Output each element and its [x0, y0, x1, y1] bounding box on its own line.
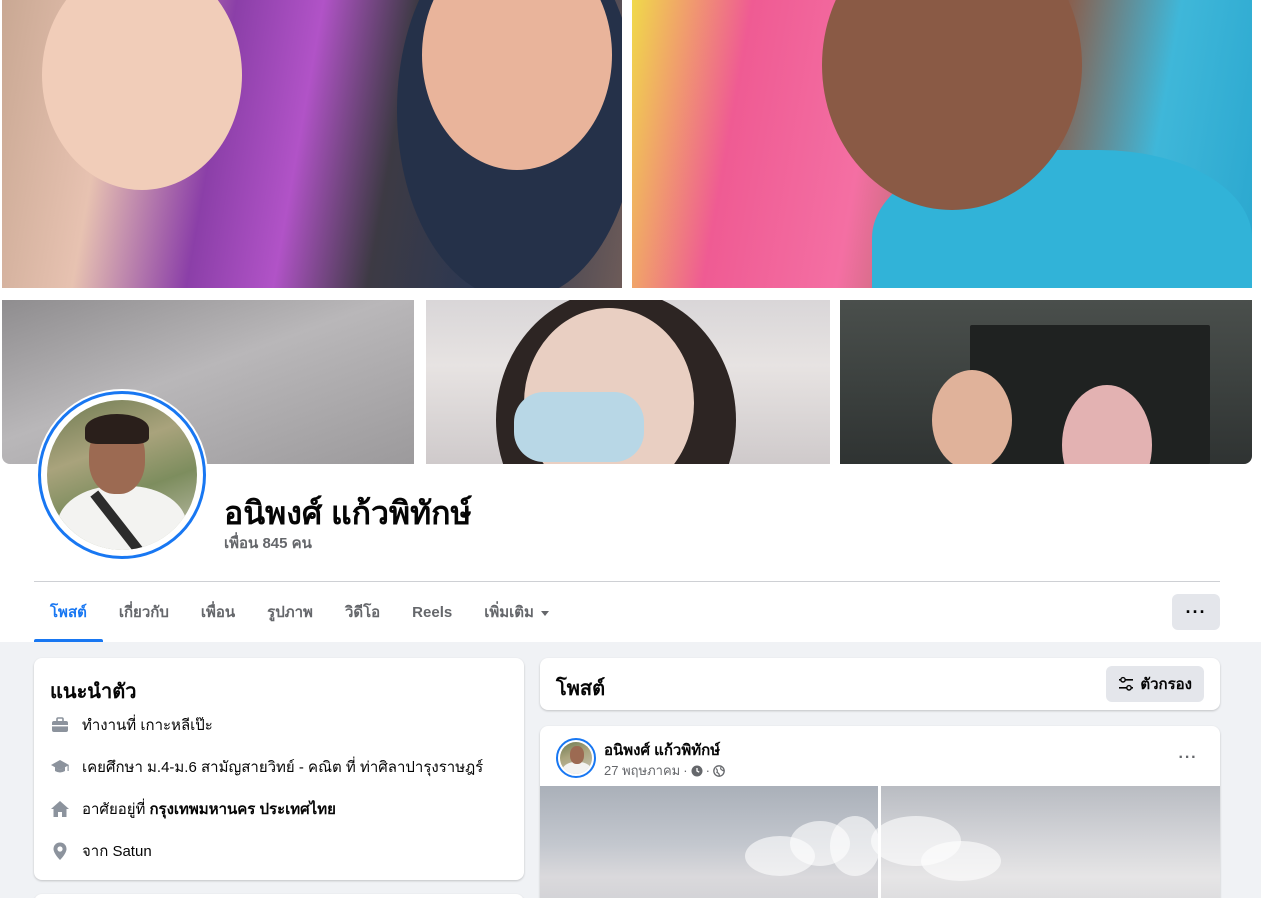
- filter-sliders-icon: [1119, 676, 1134, 691]
- profile-header: อนิพงศ์ แก้วพิทักษ์ เพื่อน 845 คน โพสต์ …: [0, 0, 1261, 642]
- post-author-avatar[interactable]: [556, 738, 596, 778]
- tab-videos[interactable]: วิดีโอ: [329, 582, 396, 642]
- cover-photo[interactable]: [2, 0, 1252, 464]
- profile-avatar[interactable]: [36, 389, 208, 561]
- tab-label: รูปภาพ: [267, 604, 313, 621]
- tab-reels[interactable]: Reels: [396, 582, 468, 642]
- post-author-name[interactable]: อนิพงศ์ แก้วพิทักษ์: [604, 738, 720, 762]
- profile-tabs: โพสต์ เกี่ยวกับ เพื่อน รูปภาพ วิดีโอ Ree…: [34, 582, 565, 642]
- friends-count[interactable]: เพื่อน 845 คน: [224, 531, 312, 555]
- profile-more-button[interactable]: ···: [1172, 594, 1220, 630]
- intro-work-text: ทำงานที่ เกาะหลีเป๊ะ: [82, 717, 213, 734]
- tab-posts[interactable]: โพสต์: [34, 582, 103, 642]
- post-date[interactable]: 27 พฤษภาคม: [604, 760, 680, 781]
- post-options-button[interactable]: ···: [1170, 740, 1206, 776]
- post-meta: 27 พฤษภาคม · ·: [604, 760, 725, 781]
- secondary-card: [34, 894, 524, 898]
- tab-more[interactable]: เพิ่มเติม: [468, 582, 565, 642]
- tab-label: เพื่อน: [200, 604, 236, 621]
- tab-label: Reels: [412, 603, 453, 621]
- intro-from: จาก Satun: [50, 839, 152, 863]
- filter-label: ตัวกรอง: [1140, 676, 1192, 693]
- post-photo[interactable]: [540, 786, 880, 898]
- caret-down-icon: [540, 610, 549, 616]
- tab-label: เพิ่มเติม: [484, 604, 534, 621]
- avatar: [47, 400, 197, 550]
- tab-friends[interactable]: เพื่อน: [185, 582, 251, 642]
- cover-collage-tile: [2, 0, 622, 288]
- filter-button[interactable]: ตัวกรอง: [1106, 666, 1204, 702]
- intro-education: เคยศึกษา ม.4-ม.6 สามัญสายวิทย์ - คณิต ที…: [50, 755, 483, 779]
- separator-dot: ·: [705, 763, 710, 778]
- tab-photos[interactable]: รูปภาพ: [251, 582, 329, 642]
- cover-collage-tile: [632, 0, 1252, 288]
- tab-label: โพสต์: [50, 604, 87, 621]
- cover-collage-tile: [840, 300, 1252, 464]
- tab-label: วิดีโอ: [344, 604, 381, 621]
- intro-education-text: เคยศึกษา ม.4-ม.6 สามัญสายวิทย์ - คณิต ที…: [82, 759, 484, 776]
- post-photo[interactable]: [871, 786, 1220, 898]
- separator-dot: ·: [683, 763, 688, 778]
- globe-icon: [713, 764, 725, 777]
- posts-title: โพสต์: [556, 678, 606, 700]
- tab-label: เกี่ยวกับ: [118, 604, 169, 621]
- intro-lives: อาศัยอยู่ที่ กรุงเทพมหานคร ประเทศไทย: [50, 797, 336, 821]
- intro-title: แนะนำตัว: [50, 681, 137, 703]
- posts-header-card: โพสต์ ตัวกรอง: [540, 658, 1220, 710]
- post-card: อนิพงศ์ แก้วพิทักษ์ 27 พฤษภาคม · · ···: [540, 726, 1220, 898]
- avatar: [560, 742, 592, 774]
- intro-card: แนะนำตัว ทำงานที่ เกาะหลีเป๊ะ เคยศึกษา ม…: [34, 658, 524, 880]
- intro-from-text: จาก Satun: [82, 843, 152, 860]
- graduation-cap-icon: [50, 757, 70, 777]
- briefcase-icon: [50, 715, 70, 735]
- intro-lives-value[interactable]: กรุงเทพมหานคร ประเทศไทย: [149, 797, 335, 821]
- home-icon: [50, 799, 70, 819]
- tab-about[interactable]: เกี่ยวกับ: [103, 582, 185, 642]
- location-pin-icon: [50, 841, 70, 861]
- intro-lives-prefix: อาศัยอยู่ที่: [82, 801, 146, 818]
- clock-icon: [691, 765, 703, 776]
- cover-collage-tile: [426, 300, 830, 464]
- intro-work: ทำงานที่ เกาะหลีเป๊ะ: [50, 713, 213, 737]
